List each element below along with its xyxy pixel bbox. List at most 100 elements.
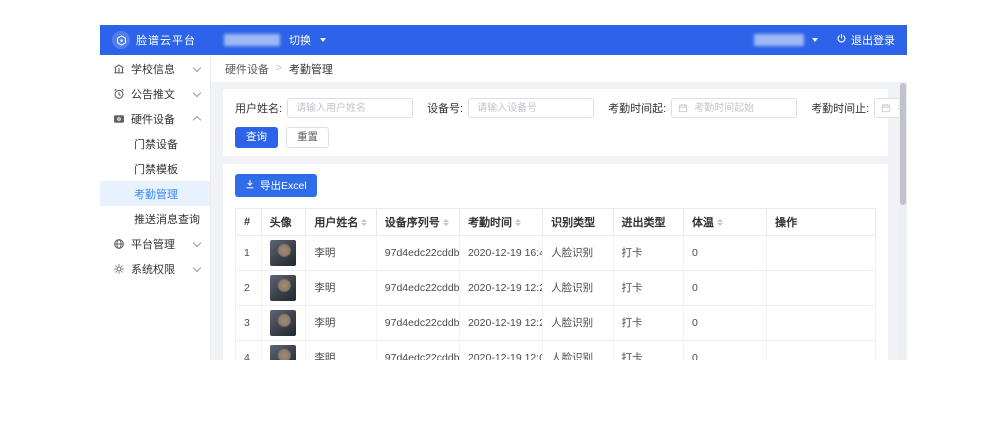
cell-name: 李明 <box>306 305 376 340</box>
cell-recognition: 人脸识别 <box>543 340 613 360</box>
calendar-icon <box>678 103 688 113</box>
org-switcher[interactable]: 切换 <box>224 32 326 48</box>
breadcrumb: 硬件设备 > 考勤管理 <box>211 55 907 82</box>
top-bar: 脸谱云平台 切换 退出登录 <box>100 25 907 55</box>
cell-recognition: 人脸识别 <box>543 305 613 340</box>
cell-index: 2 <box>236 270 262 305</box>
sidebar-item-push-message-query[interactable]: 推送消息查询 <box>100 206 210 231</box>
sidebar: 学校信息公告推文硬件设备门禁设备门禁模板考勤管理推送消息查询平台管理系统权限 <box>100 55 211 360</box>
cell-temperature: 0 <box>683 305 766 340</box>
switch-label[interactable]: 切换 <box>289 32 311 48</box>
logo-hexagon-icon <box>112 31 130 49</box>
table-row: 3李明97d4edc22cddb53a2020-12-19 12:21:06人脸… <box>236 305 876 340</box>
attend-time-start-input[interactable] <box>692 102 790 115</box>
cell-temperature: 0 <box>683 270 766 305</box>
cell-name: 李明 <box>306 270 376 305</box>
sidebar-item-school-info[interactable]: 学校信息 <box>100 56 210 81</box>
calendar-icon <box>881 103 891 113</box>
scrollbar-thumb[interactable] <box>900 83 906 205</box>
main-area: 硬件设备 > 考勤管理 用户姓名:设备号:考勤时间起:考勤时间止: 查询 重置 <box>211 55 907 360</box>
column-header-time[interactable]: 考勤时间 <box>459 208 542 235</box>
column-header-temperature[interactable]: 体温 <box>683 208 766 235</box>
table-header-row: #头像用户姓名设备序列号考勤时间识别类型进出类型体温操作 <box>236 208 876 235</box>
cell-avatar <box>261 235 306 270</box>
cell-inout: 打卡 <box>613 305 683 340</box>
sidebar-item-door-device[interactable]: 门禁设备 <box>100 131 210 156</box>
top-right-actions: 退出登录 <box>754 32 895 48</box>
app-window: 脸谱云平台 切换 退出登录 学校信息公告推文硬件设备门禁设备门禁模板 <box>100 25 907 360</box>
form-buttons: 查询 重置 <box>235 127 876 148</box>
cell-index: 4 <box>236 340 262 360</box>
column-header-name[interactable]: 用户姓名 <box>306 208 376 235</box>
field-input-box <box>287 98 413 118</box>
cell-recognition: 人脸识别 <box>543 235 613 270</box>
sidebar-item-label: 系统权限 <box>131 261 175 277</box>
form-field-user-name: 用户姓名: <box>235 98 413 118</box>
column-label: 头像 <box>270 217 292 229</box>
avatar <box>270 310 296 336</box>
cell-name: 李明 <box>306 235 376 270</box>
chevron-down-icon[interactable] <box>812 38 818 42</box>
reset-button[interactable]: 重置 <box>286 127 329 148</box>
sort-icon[interactable] <box>361 219 367 227</box>
sidebar-item-hardware-device[interactable]: 硬件设备 <box>100 106 210 131</box>
cell-inout: 打卡 <box>613 340 683 360</box>
logo: 脸谱云平台 <box>112 31 196 49</box>
sidebar-item-platform-manage[interactable]: 平台管理 <box>100 231 210 256</box>
user-name-input[interactable] <box>294 102 406 115</box>
attendance-table: #头像用户姓名设备序列号考勤时间识别类型进出类型体温操作 1李明97d4edc2… <box>235 208 876 360</box>
chevron-down-icon <box>193 238 201 246</box>
sort-icon[interactable] <box>717 219 723 227</box>
device-icon <box>112 112 125 125</box>
column-header-actions: 操作 <box>767 208 876 235</box>
cell-avatar <box>261 270 306 305</box>
column-header-recognition: 识别类型 <box>543 208 613 235</box>
field-input-box <box>468 98 594 118</box>
query-button[interactable]: 查询 <box>235 127 278 148</box>
scrollbar-track[interactable] <box>899 82 907 360</box>
export-excel-button[interactable]: 导出Excel <box>235 174 317 197</box>
sidebar-item-attendance[interactable]: 考勤管理 <box>100 181 210 206</box>
field-input-box <box>671 98 797 118</box>
column-label: # <box>244 216 250 228</box>
cell-recognition: 人脸识别 <box>543 270 613 305</box>
cell-name: 李明 <box>306 340 376 360</box>
sidebar-item-announcement[interactable]: 公告推文 <box>100 81 210 106</box>
column-header-serial[interactable]: 设备序列号 <box>376 208 459 235</box>
sidebar-item-system-permission[interactable]: 系统权限 <box>100 256 210 281</box>
sidebar-item-door-template[interactable]: 门禁模板 <box>100 156 210 181</box>
column-header-index: # <box>236 208 262 235</box>
form-field-attend-time-start: 考勤时间起: <box>608 98 797 118</box>
app-body: 学校信息公告推文硬件设备门禁设备门禁模板考勤管理推送消息查询平台管理系统权限 硬… <box>100 55 907 360</box>
sidebar-item-label: 学校信息 <box>131 61 175 77</box>
chevron-down-icon <box>193 263 201 271</box>
platform-icon <box>112 237 125 250</box>
sort-icon[interactable] <box>515 219 521 227</box>
device-no-input[interactable] <box>475 102 587 115</box>
cell-temperature: 0 <box>683 340 766 360</box>
cell-index: 1 <box>236 235 262 270</box>
cell-time: 2020-12-19 16:43:56 <box>459 235 542 270</box>
page-canvas: 脸谱云平台 切换 退出登录 学校信息公告推文硬件设备门禁设备门禁模板 <box>0 0 1000 425</box>
breadcrumb-separator: > <box>276 63 282 74</box>
power-icon <box>836 33 847 47</box>
chevron-down-icon <box>193 63 201 71</box>
field-label: 设备号: <box>427 100 463 116</box>
app-title: 脸谱云平台 <box>136 32 196 48</box>
breadcrumb-parent[interactable]: 硬件设备 <box>225 61 269 77</box>
cell-time: 2020-12-19 12:21:06 <box>459 305 542 340</box>
avatar <box>270 240 296 266</box>
table-row: 2李明97d4edc22cddb53a2020-12-19 12:21:11人脸… <box>236 270 876 305</box>
redacted-org-name <box>224 34 280 46</box>
cell-inout: 打卡 <box>613 235 683 270</box>
column-label: 用户姓名 <box>314 217 358 229</box>
chevron-down-icon <box>320 38 326 42</box>
column-header-avatar: 头像 <box>261 208 306 235</box>
cell-actions <box>767 270 876 305</box>
sort-icon[interactable] <box>443 219 449 227</box>
chevron-down-icon <box>193 88 201 96</box>
cell-actions <box>767 305 876 340</box>
cell-inout: 打卡 <box>613 270 683 305</box>
column-label: 识别类型 <box>551 217 595 229</box>
logout-button[interactable]: 退出登录 <box>836 32 895 48</box>
